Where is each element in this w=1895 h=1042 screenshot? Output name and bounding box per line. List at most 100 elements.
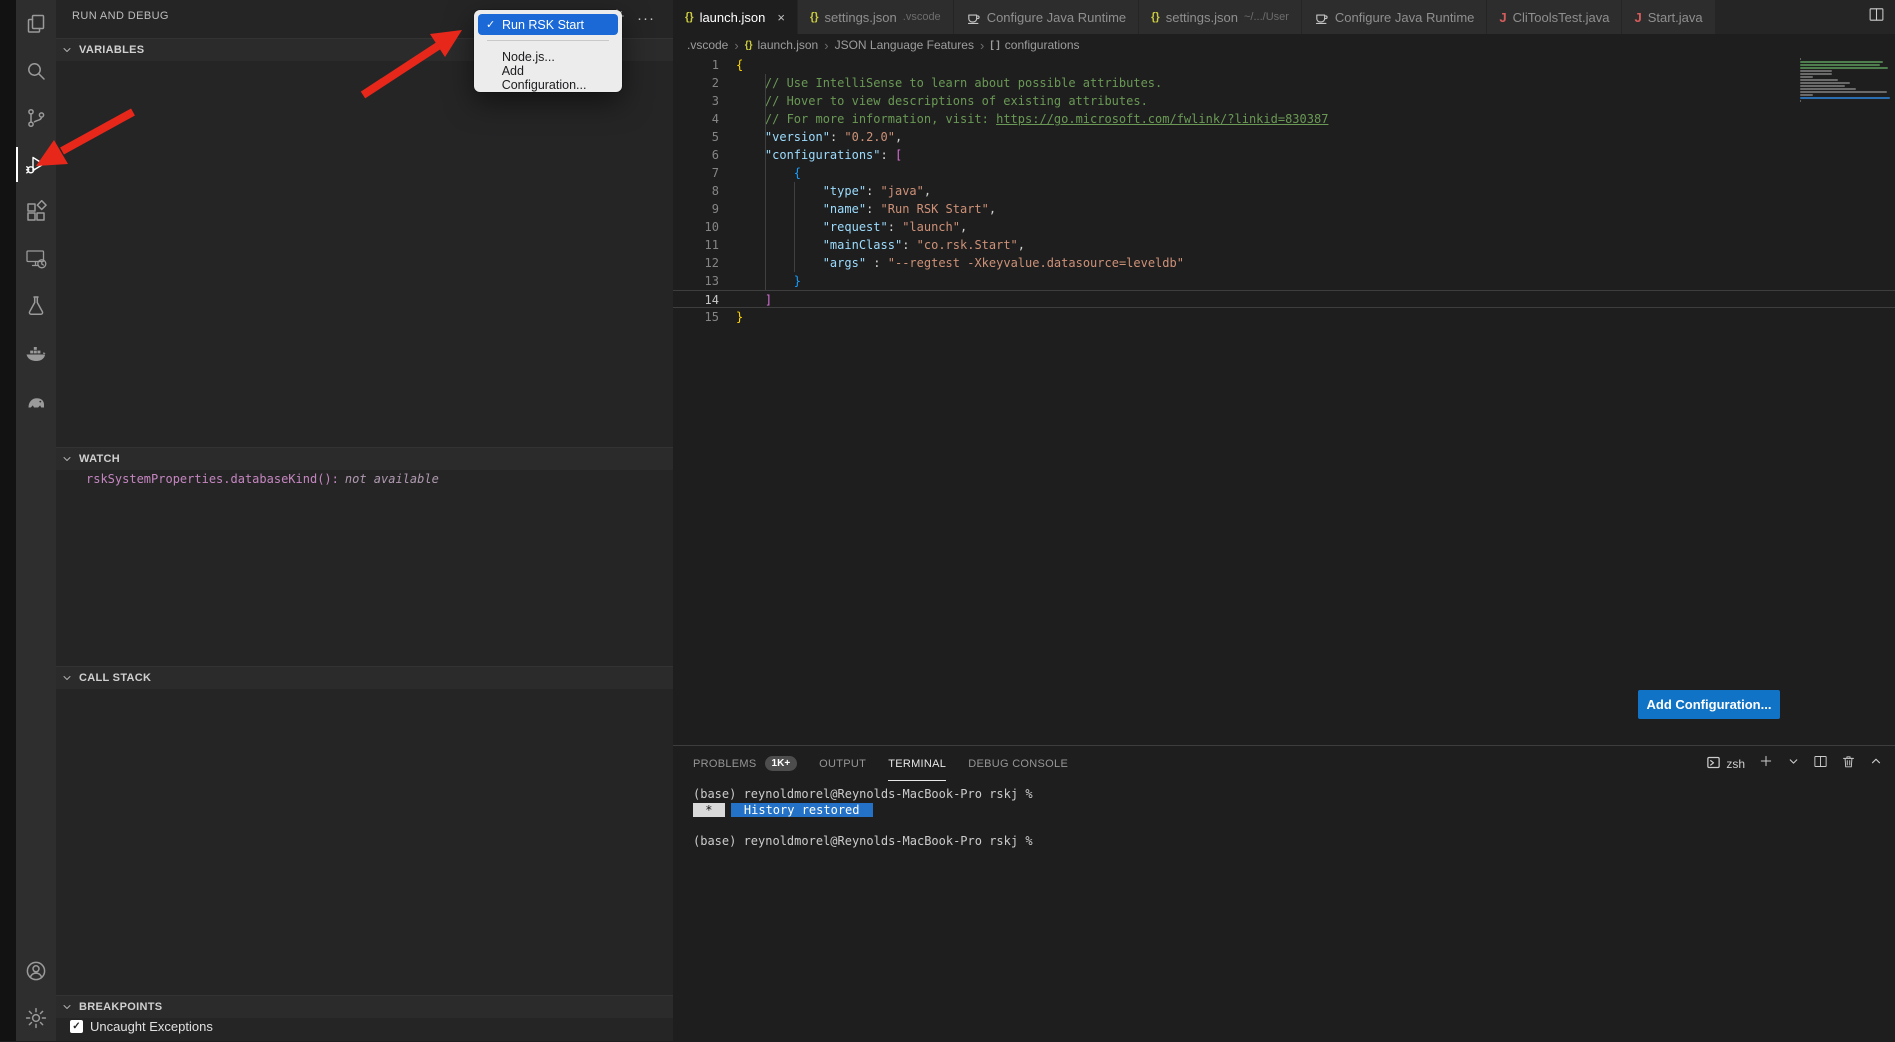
- add-configuration-button[interactable]: Add Configuration...: [1638, 690, 1780, 719]
- tab-configure-java-runtime[interactable]: Configure Java Runtime: [1302, 0, 1487, 34]
- activity-item-docker[interactable]: [16, 329, 56, 376]
- chevron-down-icon: [61, 672, 73, 684]
- activity-item-remote-explorer[interactable]: [16, 235, 56, 282]
- activity-item-settings-gear[interactable]: [16, 994, 56, 1041]
- line-number[interactable]: 15: [673, 308, 736, 326]
- line-number[interactable]: 3: [673, 92, 736, 110]
- split-editor-icon[interactable]: [1868, 6, 1885, 28]
- line-number[interactable]: 8: [673, 182, 736, 200]
- line-number[interactable]: 11: [673, 236, 736, 254]
- panel-tab-debug-console[interactable]: DEBUG CONSOLE: [968, 746, 1068, 781]
- code-line[interactable]: 1{: [673, 56, 1895, 74]
- breadcrumb-item[interactable]: {}launch.json: [745, 38, 819, 52]
- code-line[interactable]: 5 "version": "0.2.0",: [673, 128, 1895, 146]
- minimap-line: [1800, 73, 1832, 75]
- breakpoint-label: Uncaught Exceptions: [90, 1019, 213, 1034]
- activity-item-search[interactable]: [16, 47, 56, 94]
- section-label: BREAKPOINTS: [79, 1001, 162, 1013]
- split-terminal-icon[interactable]: [1813, 754, 1828, 774]
- panel-tab-label: TERMINAL: [888, 758, 946, 770]
- tab-settings-json[interactable]: {}settings.json~/.../User: [1139, 0, 1302, 34]
- activity-item-source-control[interactable]: [16, 94, 56, 141]
- breadcrumb-item[interactable]: .vscode: [687, 38, 728, 52]
- code-line[interactable]: 11 "mainClass": "co.rsk.Start",: [673, 236, 1895, 254]
- panel-tab-terminal[interactable]: TERMINAL: [888, 746, 946, 781]
- line-number[interactable]: 2: [673, 74, 736, 92]
- activity-item-extensions[interactable]: [16, 188, 56, 235]
- terminal-shell-chip[interactable]: zsh: [1706, 755, 1745, 773]
- line-number[interactable]: 12: [673, 254, 736, 272]
- tab-clitoolstest-java[interactable]: JCliToolsTest.java: [1487, 0, 1622, 34]
- panel-tab-output[interactable]: OUTPUT: [819, 746, 866, 781]
- code-line[interactable]: 8 "type": "java",: [673, 182, 1895, 200]
- line-number[interactable]: 9: [673, 200, 736, 218]
- maximize-panel-icon[interactable]: [1869, 754, 1883, 773]
- braces-icon: {}: [745, 40, 753, 51]
- section-header-call-stack[interactable]: CALL STACK: [56, 666, 673, 689]
- watch-value: not available: [345, 472, 439, 486]
- shell-label: zsh: [1726, 757, 1745, 771]
- code-line[interactable]: 4 // For more information, visit: https:…: [673, 110, 1895, 128]
- code-line[interactable]: 9 "name": "Run RSK Start",: [673, 200, 1895, 218]
- menu-item-label: Node.js...: [502, 50, 555, 64]
- new-terminal-icon[interactable]: [1758, 753, 1774, 774]
- tab-label: launch.json: [700, 10, 766, 25]
- line-number[interactable]: 13: [673, 272, 736, 290]
- tab-label: Start.java: [1648, 10, 1703, 25]
- line-number[interactable]: 6: [673, 146, 736, 164]
- breadcrumb-item[interactable]: JSON Language Features: [835, 38, 974, 52]
- line-number[interactable]: 14: [673, 291, 736, 307]
- section-label: WATCH: [79, 453, 120, 465]
- line-number[interactable]: 5: [673, 128, 736, 146]
- activity-item-account[interactable]: [16, 947, 56, 994]
- section-header-breakpoints[interactable]: BREAKPOINTS: [56, 995, 673, 1018]
- code-line[interactable]: 7 {: [673, 164, 1895, 182]
- code-text: "request": "launch",: [736, 218, 967, 236]
- line-number[interactable]: 10: [673, 218, 736, 236]
- code-line[interactable]: 2 // Use IntelliSense to learn about pos…: [673, 74, 1895, 92]
- activity-item-gradle[interactable]: [16, 376, 56, 423]
- line-number[interactable]: 4: [673, 110, 736, 128]
- screen-edge: [0, 0, 16, 1041]
- tab-launch-json[interactable]: {}launch.json×: [673, 0, 798, 34]
- panel-tab-label: OUTPUT: [819, 758, 866, 770]
- activity-item-testing[interactable]: [16, 282, 56, 329]
- line-number[interactable]: 7: [673, 164, 736, 182]
- section-header-watch[interactable]: WATCH: [56, 447, 673, 470]
- activity-item-explorer[interactable]: [16, 0, 56, 47]
- breakpoint-row: ✓ Uncaught Exceptions: [70, 1019, 213, 1034]
- tab-settings-json[interactable]: {}settings.json.vscode: [798, 0, 954, 34]
- code-editor[interactable]: 1{2 // Use IntelliSense to learn about p…: [673, 56, 1895, 745]
- close-icon[interactable]: ×: [777, 10, 785, 25]
- terminal-output[interactable]: (base) reynoldmorel@Reynolds-MacBook-Pro…: [693, 787, 1885, 849]
- minimap-line: [1800, 64, 1880, 66]
- minimap[interactable]: [1800, 56, 1890, 110]
- activity-item-run-and-debug[interactable]: [16, 141, 56, 188]
- code-line[interactable]: 12 "args" : "--regtest -Xkeyvalue.dataso…: [673, 254, 1895, 272]
- tab-configure-java-runtime[interactable]: Configure Java Runtime: [954, 0, 1139, 34]
- breadcrumb-label: .vscode: [687, 38, 728, 52]
- minimap-line: [1800, 67, 1888, 69]
- debug-config-menu: ✓Run RSK Start Node.js... Add Configuratio…: [474, 10, 622, 92]
- code-line[interactable]: 3 // Hover to view descriptions of exist…: [673, 92, 1895, 110]
- panel-tab-problems[interactable]: PROBLEMS1K+: [693, 746, 797, 781]
- terminal-dropdown-chevron-icon[interactable]: [1787, 755, 1800, 773]
- menu-item-label: Run RSK Start: [502, 18, 584, 32]
- code-line[interactable]: 14 ]: [673, 290, 1895, 308]
- code-text: {: [736, 56, 743, 74]
- more-actions-icon[interactable]: ···: [637, 10, 655, 27]
- code-line[interactable]: 6 "configurations": [: [673, 146, 1895, 164]
- watch-expression-row[interactable]: rskSystemProperties.databaseKind():not a…: [86, 472, 439, 486]
- menu-item-run-rsk-start[interactable]: ✓Run RSK Start: [478, 14, 618, 35]
- section-label: CALL STACK: [79, 672, 151, 684]
- menu-item-add-configuration[interactable]: Add Configuration...: [478, 67, 618, 88]
- line-number[interactable]: 1: [673, 56, 736, 74]
- code-line[interactable]: 15}: [673, 308, 1895, 326]
- code-line[interactable]: 13 }: [673, 272, 1895, 290]
- kill-terminal-icon[interactable]: [1841, 754, 1856, 774]
- uncaught-exceptions-checkbox[interactable]: ✓: [70, 1020, 83, 1033]
- code-line[interactable]: 10 "request": "launch",: [673, 218, 1895, 236]
- breadcrumb-item[interactable]: [ ]configurations: [990, 38, 1079, 52]
- tab-start-java[interactable]: JStart.java: [1622, 0, 1715, 34]
- code-text: "configurations": [: [736, 146, 902, 164]
